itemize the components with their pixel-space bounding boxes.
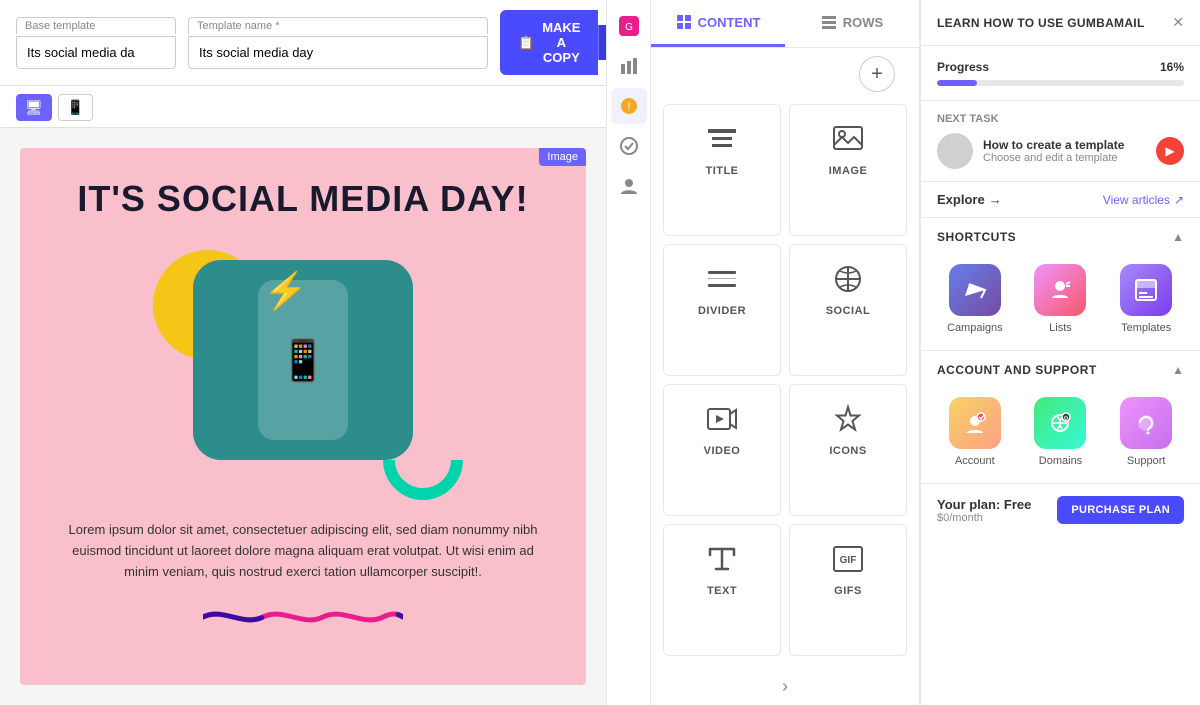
progress-section: Progress 16% [921, 46, 1200, 101]
shortcut-campaigns[interactable]: Campaigns [937, 264, 1013, 334]
sidebar-icon-check[interactable] [611, 128, 647, 164]
next-task-section: Next task How to create a template Choos… [921, 101, 1200, 182]
sidebar-icon-user[interactable] [611, 168, 647, 204]
plan-section: Your plan: Free $0/month PURCHASE PLAN [921, 484, 1200, 536]
image-icon [832, 121, 864, 157]
shortcuts-chevron-icon: ▲ [1172, 230, 1184, 244]
copy-icon: 📋 [518, 35, 534, 51]
tab-content[interactable]: CONTENT [651, 0, 785, 47]
email-title: IT'S SOCIAL MEDIA DAY! [77, 178, 528, 220]
account-item-domains[interactable]: ⚙ Domains [1023, 397, 1099, 467]
account-item-account[interactable]: Account [937, 397, 1013, 467]
content-item-gifs[interactable]: GIF GIFS [789, 524, 907, 656]
next-task-info: How to create a template Choose and edit… [983, 138, 1146, 164]
content-item-social[interactable]: SOCIAL [789, 244, 907, 376]
gifs-icon: GIF [832, 541, 864, 577]
progress-label: Progress 16% [937, 60, 1184, 74]
domains-icon: ⚙ [1034, 397, 1086, 449]
next-task-item: How to create a template Choose and edit… [937, 133, 1184, 169]
view-articles-link[interactable]: View articles ↗ [1103, 193, 1184, 207]
desktop-view-button[interactable]: 🖥 [16, 94, 52, 121]
add-content-button[interactable]: + [859, 56, 895, 92]
sidebar-icon-alert[interactable]: ! [611, 88, 647, 124]
template-name-group: Template name * [188, 17, 488, 69]
mobile-view-button[interactable]: 📱 [58, 94, 93, 121]
content-grid: TITLE IMAGE DIVIDER SOCIAL [651, 92, 919, 668]
svg-text:!: ! [627, 101, 630, 113]
next-task-play-button[interactable]: ▶ [1156, 137, 1184, 165]
content-item-title[interactable]: TITLE [663, 104, 781, 236]
shortcut-templates[interactable]: Templates [1108, 264, 1184, 334]
explore-link[interactable]: Explore → [937, 192, 1002, 207]
content-tabs: CONTENT ROWS [651, 0, 919, 48]
base-template-input[interactable] [16, 36, 176, 69]
content-tab-icon [676, 14, 692, 30]
scroll-down-button[interactable]: › [782, 676, 788, 697]
explore-row: Explore → View articles ↗ [921, 182, 1200, 218]
top-bar: Base template Template name * 📋 MAKE A C… [0, 0, 606, 86]
shortcuts-section: SHORTCUTS ▲ Campaigns Lists Templates [921, 218, 1200, 351]
shortcuts-header[interactable]: SHORTCUTS ▲ [921, 218, 1200, 256]
email-image-block: 📱 ⚡ [133, 240, 473, 500]
email-body-text: Lorem ipsum dolor sit amet, consectetuer… [40, 520, 566, 582]
video-icon [706, 401, 738, 437]
account-support-header[interactable]: ACCOUNT AND SUPPORT ▲ [921, 351, 1200, 389]
template-name-input[interactable] [188, 36, 488, 69]
account-support-chevron-icon: ▲ [1172, 363, 1184, 377]
progress-bar-fill [937, 80, 977, 86]
content-item-image[interactable]: IMAGE [789, 104, 907, 236]
right-panel: LEARN HOW TO USE GUMBAMAIL ✕ Progress 16… [920, 0, 1200, 705]
purchase-plan-button[interactable]: PURCHASE PLAN [1057, 496, 1184, 524]
plan-info: Your plan: Free $0/month [937, 497, 1031, 524]
next-task-avatar [937, 133, 973, 169]
right-icons-sidebar: G ! [606, 0, 650, 705]
support-icon [1120, 397, 1172, 449]
content-panel: CONTENT ROWS + TITLE IMAGE [650, 0, 920, 705]
templates-icon [1120, 264, 1172, 316]
view-toggle: 🖥 📱 [16, 94, 93, 121]
canvas-wrapper: Image IT'S SOCIAL MEDIA DAY! 📱 ⚡ Lorem i… [0, 128, 606, 705]
icons-icon [832, 401, 864, 437]
social-icon [832, 261, 864, 297]
progress-bar-background [937, 80, 1184, 86]
account-grid: Account ⚙ Domains Support [921, 389, 1200, 483]
make-copy-button[interactable]: 📋 MAKE A COPY [500, 10, 598, 75]
shortcut-lists[interactable]: Lists [1023, 264, 1099, 334]
learn-close-button[interactable]: ✕ [1172, 14, 1184, 31]
account-icon [949, 397, 1001, 449]
learn-header: LEARN HOW TO USE GUMBAMAIL ✕ [921, 0, 1200, 46]
account-item-support[interactable]: Support [1108, 397, 1184, 467]
external-link-icon: ↗ [1174, 193, 1184, 207]
template-name-label: Template name * [188, 17, 488, 34]
base-template-label: Base template [16, 17, 176, 34]
divider-icon [706, 261, 738, 297]
svg-text:GIF: GIF [840, 555, 857, 566]
base-template-group: Base template [16, 17, 176, 69]
account-support-section: ACCOUNT AND SUPPORT ▲ Account ⚙ Domains [921, 351, 1200, 484]
content-item-text[interactable]: TEXT [663, 524, 781, 656]
content-item-divider[interactable]: DIVIDER [663, 244, 781, 376]
wavy-decoration [203, 602, 403, 632]
explore-arrow-icon: → [989, 192, 1002, 207]
sidebar-icon-analytics[interactable] [611, 48, 647, 84]
lightning-decoration: ⚡ [263, 270, 308, 312]
rows-tab-icon [821, 14, 837, 30]
text-icon [706, 541, 738, 577]
shortcuts-grid: Campaigns Lists Templates [921, 256, 1200, 350]
content-item-video[interactable]: VIDEO [663, 384, 781, 516]
title-icon [706, 121, 738, 157]
campaigns-icon [949, 264, 1001, 316]
phone-icon: 📱 [278, 337, 328, 384]
tab-rows[interactable]: ROWS [785, 0, 919, 47]
canvas-label: Image [539, 148, 586, 166]
content-item-icons[interactable]: ICONS [789, 384, 907, 516]
svg-text:G: G [625, 22, 633, 33]
email-canvas: Image IT'S SOCIAL MEDIA DAY! 📱 ⚡ Lorem i… [20, 148, 586, 685]
svg-text:⚙: ⚙ [1064, 415, 1069, 422]
lists-icon [1034, 264, 1086, 316]
sidebar-icon-gumbamail[interactable]: G [611, 8, 647, 44]
